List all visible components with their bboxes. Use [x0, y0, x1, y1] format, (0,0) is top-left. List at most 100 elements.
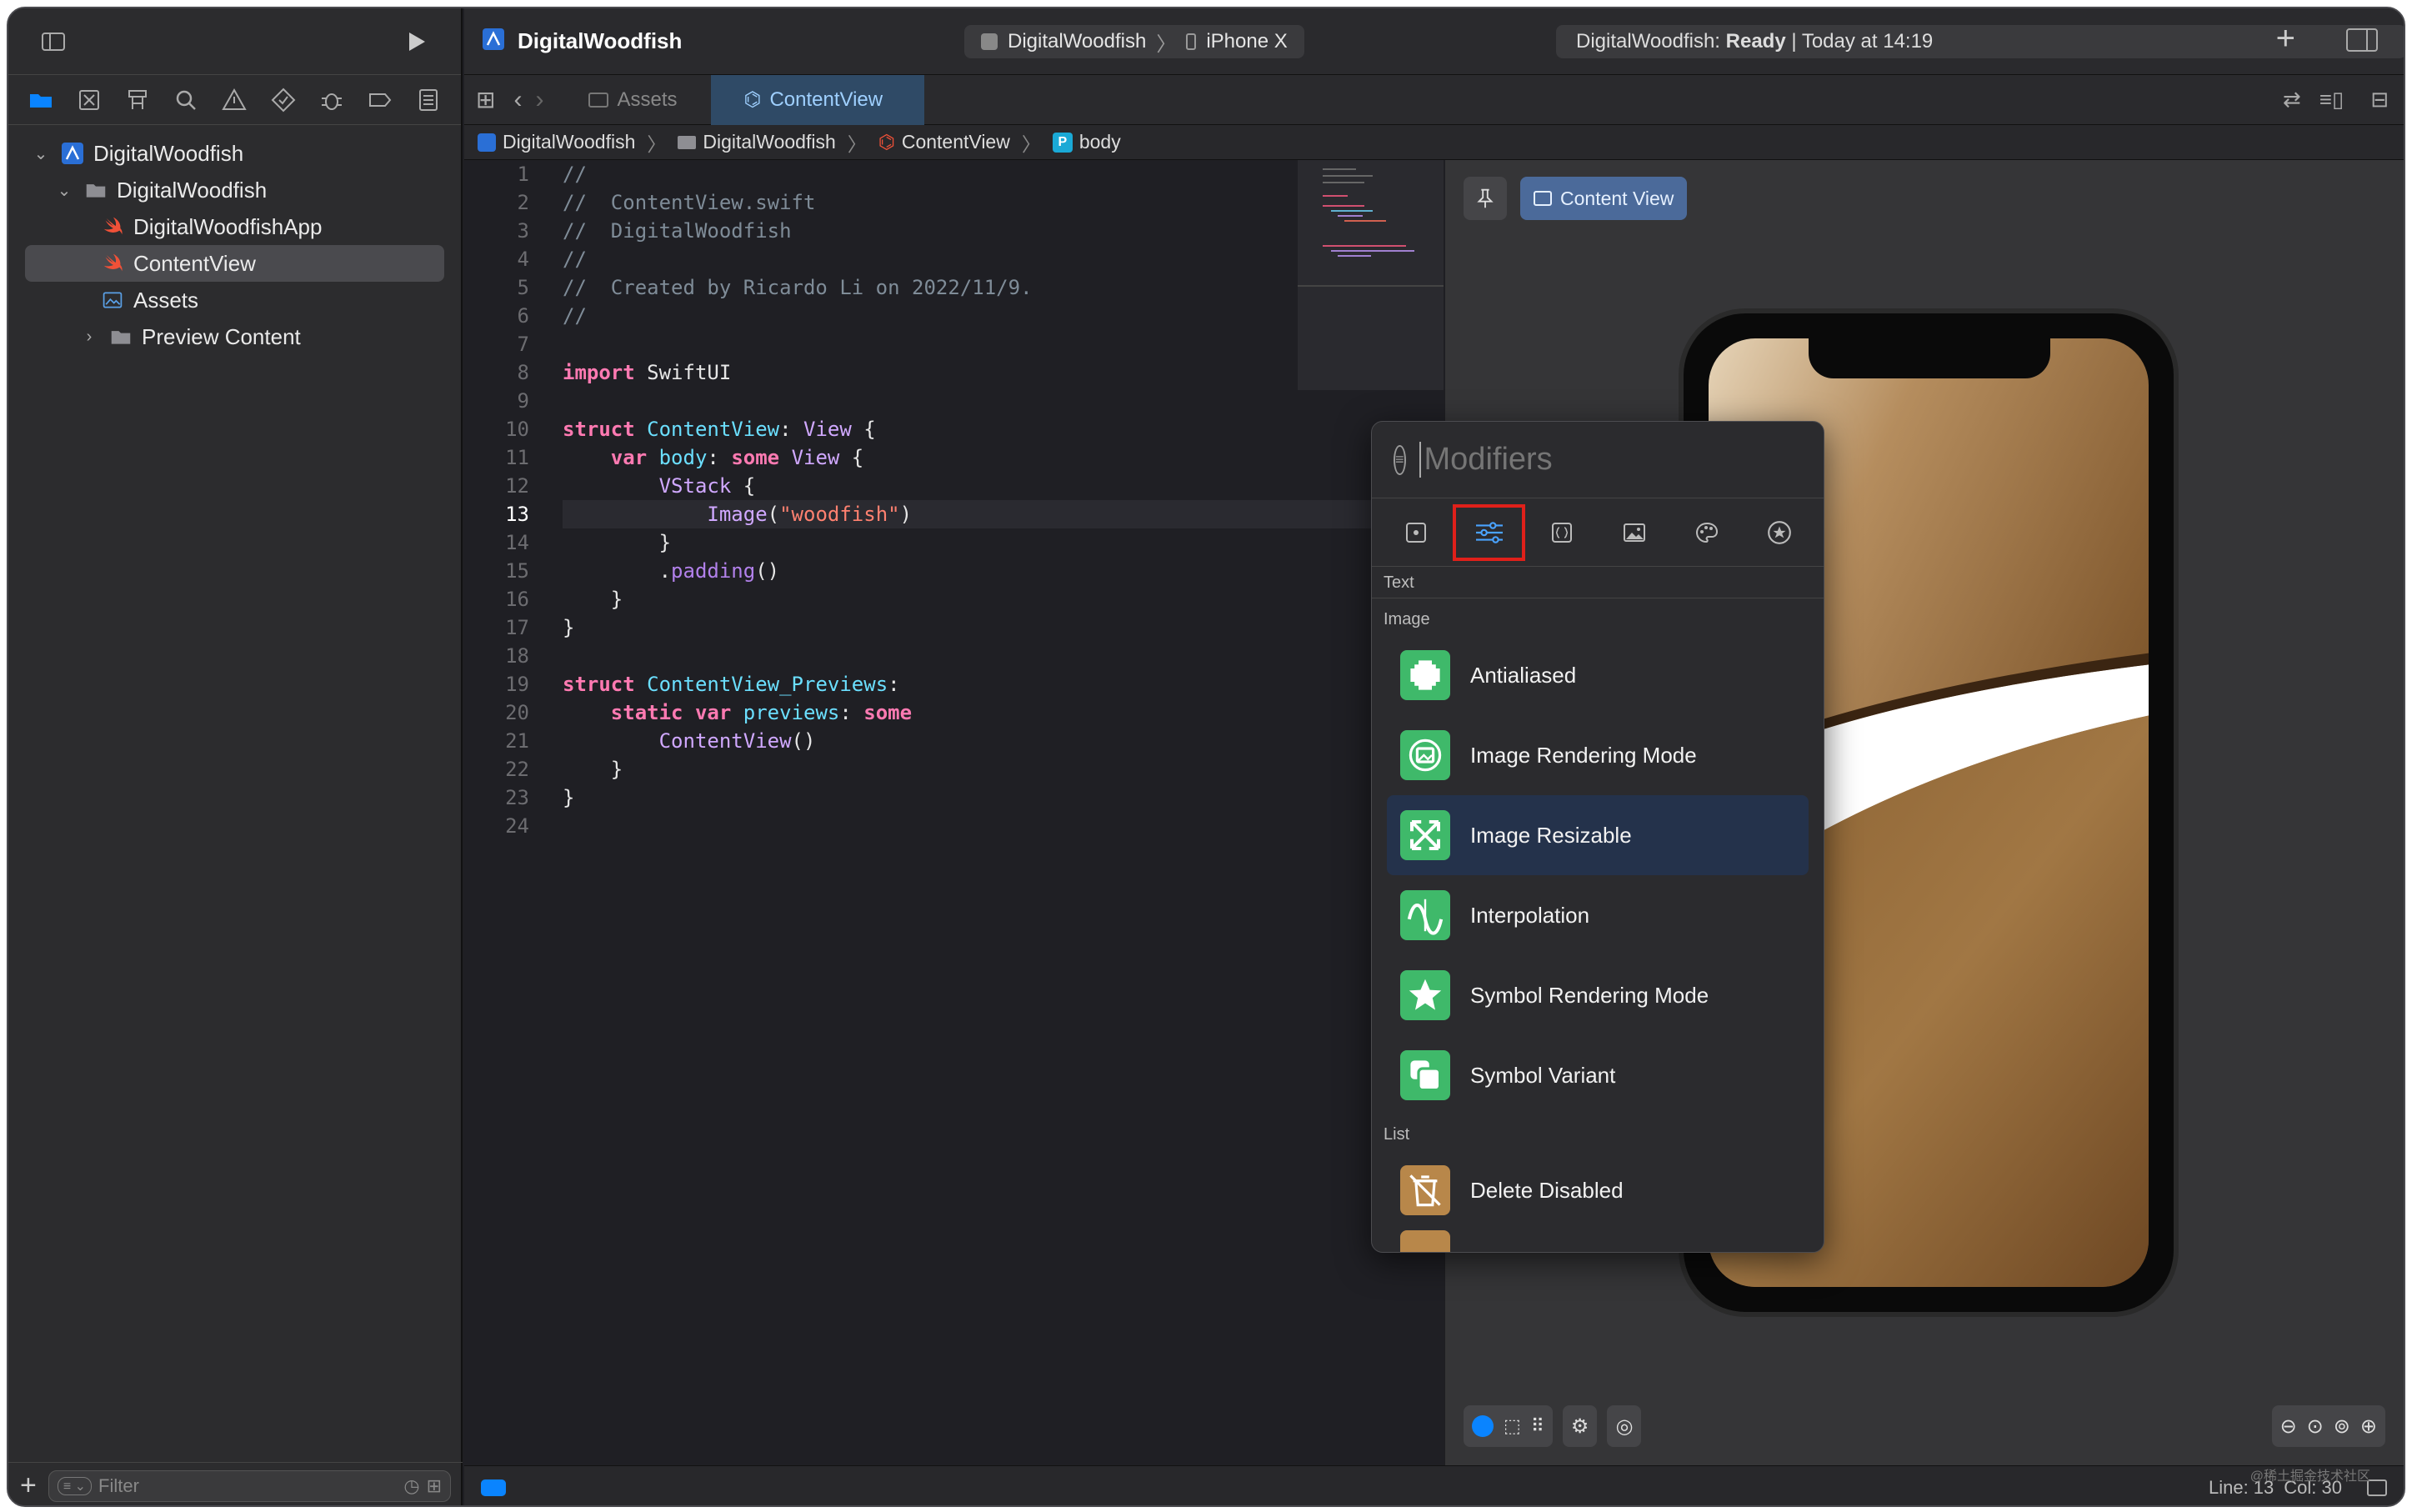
modifier-item-image-rendering-mode[interactable]: Image Rendering Mode	[1387, 715, 1809, 795]
debug-navigator-icon[interactable]	[317, 85, 347, 115]
tree-item-group[interactable]: ⌄ DigitalWoodfish	[8, 172, 461, 208]
line-number: 15	[505, 559, 529, 583]
issue-navigator-icon[interactable]	[219, 85, 249, 115]
device-name[interactable]: iPhone X	[1206, 30, 1287, 53]
chevron-right-icon[interactable]: ›	[78, 328, 100, 347]
grid-icon[interactable]: ⊞	[476, 86, 495, 113]
tree-item-label: Preview Content	[142, 323, 301, 349]
app-title: DigitalWoodfish	[518, 28, 683, 53]
modifier-label: Image Resizable	[1470, 822, 1632, 848]
run-icon[interactable]	[401, 27, 431, 57]
tab-contentview[interactable]: ⌬ ContentView	[710, 74, 924, 125]
interpolation-wave-icon	[1400, 890, 1450, 940]
zoom-group: ⊖ ⊙ ⊚ ⊕	[2271, 1405, 2385, 1447]
navigator-selector	[8, 75, 461, 125]
content-view-preview-button[interactable]: Content View	[1520, 177, 1688, 220]
add-library-icon[interactable]: +	[2276, 22, 2295, 55]
tree-item-file-selected[interactable]: ContentView	[25, 245, 444, 282]
editor-area: DigitalWoodfish DigitalWoodfish 〉 iPhone…	[464, 8, 2404, 1505]
editor-options-icon[interactable]: ≡▯	[2319, 87, 2344, 113]
chevron-down-icon[interactable]: ⌄	[53, 180, 75, 201]
sidebar-toggle-icon[interactable]	[38, 27, 68, 57]
add-editor-icon[interactable]: ⊟	[2370, 87, 2389, 113]
recent-files-icon[interactable]: ◷	[403, 1475, 419, 1497]
filter-icon[interactable]: ≡	[1394, 444, 1406, 475]
status-bar: @稀土掘金技术社区 Line: 13 Col: 30	[464, 1465, 2404, 1505]
code-line: ContentView()	[658, 729, 816, 753]
live-preview-icon[interactable]	[1472, 1415, 1494, 1437]
breakpoint-navigator-icon[interactable]	[365, 85, 395, 115]
tree-item-label: Assets	[133, 287, 199, 313]
chevron-down-icon[interactable]: ⌄	[30, 143, 52, 164]
status-state: Ready	[1725, 30, 1786, 53]
modifier-item-delete-disabled[interactable]: Delete Disabled	[1387, 1150, 1809, 1230]
line-number: 17	[505, 616, 529, 639]
tab-assets[interactable]: Assets	[555, 75, 710, 125]
test-navigator-icon[interactable]	[268, 85, 298, 115]
modifier-item-symbol-rendering-mode[interactable]: Symbol Rendering Mode	[1387, 955, 1809, 1035]
breadcrumb-item[interactable]: body	[1079, 131, 1121, 153]
status-time: | Today at 14:19	[1791, 30, 1934, 53]
device-settings-button[interactable]: ⚙	[1562, 1405, 1598, 1447]
modifier-item-interpolation[interactable]: Interpolation	[1387, 875, 1809, 955]
snippets-tab-icon[interactable]	[1525, 504, 1598, 561]
modifier-item-partial[interactable]	[1387, 1230, 1809, 1252]
source-control-filter-icon[interactable]: ⊞	[427, 1475, 442, 1497]
line-number: 10	[505, 418, 529, 441]
variants-icon[interactable]: ⠿	[1531, 1415, 1544, 1437]
scheme-selector[interactable]: DigitalWoodfish 〉 iPhone X	[964, 25, 1304, 58]
debug-area-toggle-icon[interactable]	[481, 1479, 506, 1496]
colors-tab-icon[interactable]	[1670, 504, 1743, 561]
find-navigator-icon[interactable]	[171, 85, 201, 115]
tree-item-assets[interactable]: Assets	[8, 282, 461, 318]
pin-icon[interactable]	[1464, 177, 1507, 220]
zoom-actual-size-icon[interactable]: ⊙	[2307, 1414, 2324, 1439]
preview-device-button[interactable]: ◎	[1607, 1405, 1642, 1447]
line-number: 20	[505, 701, 529, 724]
preview-icon	[1534, 191, 1552, 206]
views-tab-icon[interactable]	[1380, 504, 1453, 561]
breadcrumb-item[interactable]: DigitalWoodfish	[503, 131, 635, 153]
tree-item-project[interactable]: ⌄ DigitalWoodfish	[8, 135, 461, 172]
project-icon	[58, 141, 87, 166]
symbol-navigator-icon[interactable]	[123, 85, 153, 115]
forward-icon[interactable]: ›	[535, 86, 543, 114]
breadcrumb-item[interactable]: DigitalWoodfish	[703, 131, 835, 153]
source-editor[interactable]: 1 2 3 4 5 6 7 8 9 10 11 12 13 14 15 16 1…	[464, 160, 1444, 1465]
breadcrumb-item[interactable]: ContentView	[902, 131, 1010, 153]
zoom-fit-icon[interactable]: ⊚	[2334, 1414, 2350, 1439]
status-text: DigitalWoodfish: Ready | Today at 14:19	[1576, 30, 1933, 53]
tree-item-label: DigitalWoodfishApp	[133, 213, 323, 239]
split-editor-icon[interactable]: ⇄	[2283, 87, 2301, 113]
minimap[interactable]	[1298, 160, 1444, 390]
tree-item-group[interactable]: › Preview Content	[8, 318, 461, 355]
modifier-item-image-resizable[interactable]: Image Resizable	[1387, 795, 1809, 875]
modifier-item-antialiased[interactable]: Antialiased	[1387, 635, 1809, 715]
back-icon[interactable]: ‹	[513, 86, 522, 114]
code-line: }	[563, 786, 575, 809]
modifiers-tab-icon[interactable]	[1452, 503, 1526, 561]
tree-item-file[interactable]: DigitalWoodfishApp	[8, 208, 461, 245]
library-search-input[interactable]	[1419, 442, 1824, 478]
report-navigator-icon[interactable]	[413, 85, 443, 115]
code-line: }	[563, 531, 672, 554]
source-control-navigator-icon[interactable]	[74, 85, 104, 115]
sidebar-header	[8, 8, 461, 75]
add-icon[interactable]: +	[20, 1469, 37, 1502]
line-number-current: 13	[505, 503, 529, 526]
tree-item-label: DigitalWoodfish	[93, 140, 244, 166]
zoom-out-icon[interactable]: ⊖	[2280, 1414, 2297, 1439]
swift-icon	[98, 251, 127, 276]
filter-options-icon[interactable]: ≡ ⌄	[57, 1476, 93, 1495]
modifier-item-symbol-variant[interactable]: Symbol Variant	[1387, 1035, 1809, 1115]
inspector-toggle-icon[interactable]	[2345, 27, 2379, 58]
zoom-in-icon[interactable]: ⊕	[2360, 1414, 2377, 1439]
filter-field[interactable]: ≡ ⌄ Filter ◷ ⊞	[48, 1469, 451, 1502]
symbols-tab-icon[interactable]	[1743, 504, 1815, 561]
selectable-preview-icon[interactable]: ⬚	[1504, 1415, 1521, 1437]
project-navigator-icon[interactable]	[26, 85, 56, 115]
media-tab-icon[interactable]	[1598, 504, 1670, 561]
